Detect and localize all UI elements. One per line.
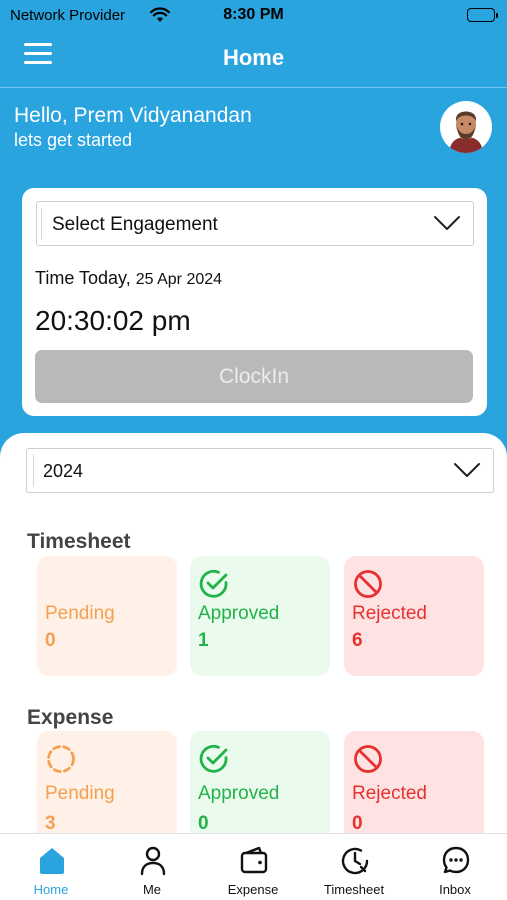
greeting: Hello, Prem Vidyanandan lets get started xyxy=(14,104,252,151)
expense-pending-count: 3 xyxy=(45,813,56,834)
timesheet-pending-tile[interactable]: Pending 0 xyxy=(37,556,177,676)
engagement-select[interactable]: Select Engagement xyxy=(36,201,474,246)
expense-rejected-label: Rejected xyxy=(352,783,427,804)
bottom-tab-bar: Home Me Expense Timesheet Inbox xyxy=(0,833,507,900)
check-circle-icon xyxy=(198,743,230,780)
check-circle-icon xyxy=(198,568,230,605)
tab-timesheet-label: Timesheet xyxy=(323,882,385,897)
tab-home-label: Home xyxy=(33,882,69,897)
clock-in-card: Select Engagement Time Today, 25 Apr 202… xyxy=(22,188,487,416)
expense-approved-count: 0 xyxy=(198,813,209,834)
current-time: 20:30:02 pm xyxy=(35,305,191,336)
expense-section-title: Expense xyxy=(27,706,114,729)
battery-icon xyxy=(467,8,498,22)
header-divider xyxy=(0,87,507,88)
year-select[interactable]: 2024 xyxy=(26,448,494,493)
tab-inbox-label: Inbox xyxy=(439,882,471,897)
status-time: 8:30 PM xyxy=(223,6,284,23)
tab-me-label: Me xyxy=(142,882,162,897)
timesheet-rejected-label: Rejected xyxy=(352,603,427,624)
current-date: 25 Apr 2024 xyxy=(135,271,223,288)
timesheet-approved-tile[interactable]: Approved 1 xyxy=(190,556,330,676)
timesheet-rejected-tile[interactable]: Rejected 6 xyxy=(344,556,484,676)
engagement-select-label: Select Engagement xyxy=(52,214,218,235)
tab-inbox[interactable]: Inbox xyxy=(405,834,505,900)
timesheet-pending-label: Pending xyxy=(45,603,115,624)
tab-home[interactable]: Home xyxy=(1,834,101,900)
year-select-value: 2024 xyxy=(43,461,84,481)
chevron-down-icon xyxy=(453,461,481,484)
expense-pending-label: Pending xyxy=(45,783,115,804)
time-today-label: Time Today, xyxy=(35,268,131,288)
timesheet-rejected-count: 6 xyxy=(352,630,363,651)
status-bar: Network Provider 8:30 PM xyxy=(0,0,507,32)
timesheet-section-title: Timesheet xyxy=(27,530,131,553)
page-title: Home xyxy=(222,45,285,70)
greeting-subtitle: lets get started xyxy=(14,130,133,150)
prohibited-icon xyxy=(352,568,384,605)
timesheet-pending-count: 0 xyxy=(45,630,56,651)
time-today: Time Today, 25 Apr 2024 xyxy=(35,268,222,289)
clock-in-button[interactable]: ClockIn xyxy=(35,350,473,403)
timesheet-approved-label: Approved xyxy=(198,603,280,624)
app-bar: Home xyxy=(0,36,507,86)
prohibited-icon xyxy=(352,743,384,780)
tab-expense-label: Expense xyxy=(227,882,279,897)
avatar[interactable] xyxy=(440,101,492,153)
tab-me[interactable]: Me xyxy=(102,834,202,900)
expense-approved-label: Approved xyxy=(198,783,280,804)
tab-expense[interactable]: Expense xyxy=(203,834,303,900)
timesheet-approved-count: 1 xyxy=(198,630,209,651)
expense-rejected-count: 0 xyxy=(352,813,363,834)
loading-dashed-circle-icon xyxy=(45,743,77,780)
chevron-down-icon xyxy=(433,214,461,237)
tab-timesheet[interactable]: Timesheet xyxy=(304,834,404,900)
greeting-text: Hello, Prem Vidyanandan xyxy=(14,104,252,127)
